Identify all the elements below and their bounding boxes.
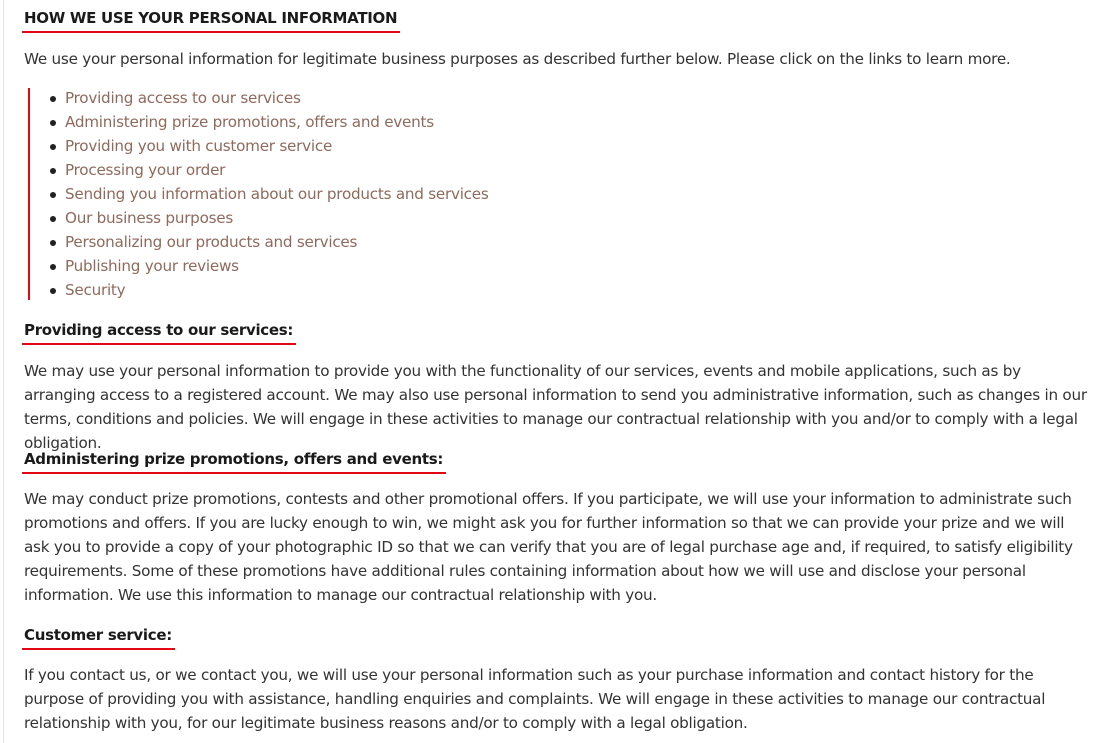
subsection-heading-access: Providing access to our services: xyxy=(22,321,297,345)
list-item: Providing you with customer service xyxy=(30,136,489,160)
list-item: Processing your order xyxy=(30,160,489,184)
list-item: Publishing your reviews xyxy=(30,256,489,280)
section-title: HOW WE USE YOUR PERSONAL INFORMATION xyxy=(22,9,401,33)
link-security[interactable]: Security xyxy=(65,281,126,299)
bullet-icon xyxy=(50,216,56,222)
subsection-heading-promotions: Administering prize promotions, offers a… xyxy=(22,450,447,474)
subsection-body-promotions: We may conduct prize promotions, contest… xyxy=(24,490,1073,604)
bullet-icon xyxy=(50,144,56,150)
bullet-icon xyxy=(50,240,56,246)
bullet-icon xyxy=(50,120,56,126)
heading-underline xyxy=(22,343,297,345)
subsection-heading-text: Administering prize promotions, offers a… xyxy=(24,450,444,468)
heading-underline xyxy=(22,472,447,474)
subsection-body-access: We may use your personal information to … xyxy=(24,362,1087,452)
title-underline xyxy=(22,31,401,33)
subsection-heading-customer-service: Customer service: xyxy=(22,626,175,650)
intro-text: We use your personal information for leg… xyxy=(24,50,1011,68)
section-title-text: HOW WE USE YOUR PERSONAL INFORMATION xyxy=(24,9,398,27)
link-providing-access[interactable]: Providing access to our services xyxy=(65,89,301,107)
link-sending-information[interactable]: Sending you information about our produc… xyxy=(65,185,489,203)
link-personalizing[interactable]: Personalizing our products and services xyxy=(65,233,357,251)
list-item: Sending you information about our produc… xyxy=(30,184,489,208)
link-publishing-reviews[interactable]: Publishing your reviews xyxy=(65,257,239,275)
subsection-heading-text: Providing access to our services: xyxy=(24,321,294,339)
bullet-icon xyxy=(50,192,56,198)
bullet-icon xyxy=(50,264,56,270)
bullet-icon xyxy=(50,288,56,294)
link-customer-service[interactable]: Providing you with customer service xyxy=(65,137,332,155)
link-prize-promotions[interactable]: Administering prize promotions, offers a… xyxy=(65,113,434,131)
list-item: Personalizing our products and services xyxy=(30,232,489,256)
bullet-icon xyxy=(50,168,56,174)
list-item: Providing access to our services xyxy=(30,88,489,112)
page-left-border xyxy=(3,0,4,743)
list-item: Our business purposes xyxy=(30,208,489,232)
bullet-icon xyxy=(50,96,56,102)
subsection-body-customer-service: If you contact us, or we contact you, we… xyxy=(24,666,1046,732)
link-business-purposes[interactable]: Our business purposes xyxy=(65,209,233,227)
list-item: Security xyxy=(30,280,489,304)
list-item: Administering prize promotions, offers a… xyxy=(30,112,489,136)
heading-underline xyxy=(22,648,175,650)
link-processing-order[interactable]: Processing your order xyxy=(65,161,225,179)
purpose-links-list: Providing access to our services Adminis… xyxy=(28,88,489,300)
subsection-heading-text: Customer service: xyxy=(24,626,172,644)
